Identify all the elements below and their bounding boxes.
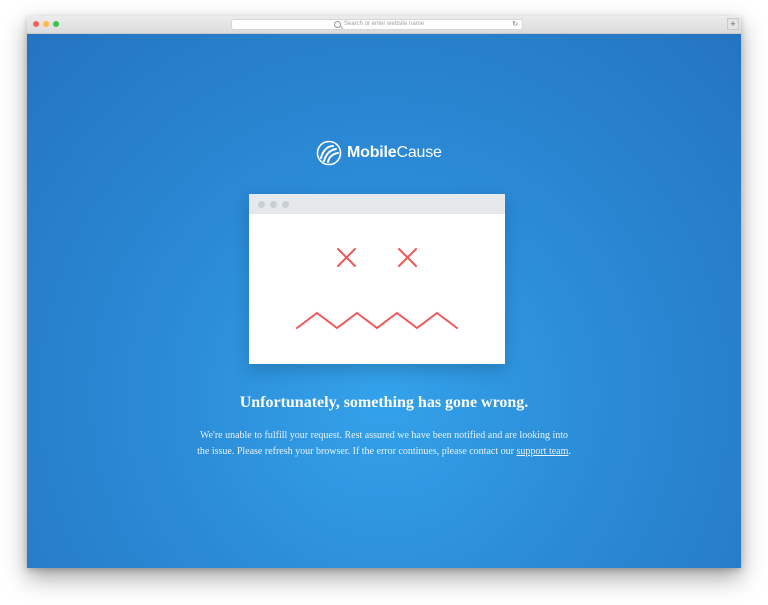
address-bar-placeholder: Search or enter website name xyxy=(344,21,425,27)
brand-logo[interactable]: MobileCause xyxy=(316,138,442,168)
close-window-button[interactable] xyxy=(33,21,39,27)
reload-icon[interactable]: ↻ xyxy=(512,20,518,29)
sad-browser-window-icon xyxy=(296,248,458,330)
page-content: MobileCause Unfortunately, something has… xyxy=(27,34,741,568)
minimize-window-button[interactable] xyxy=(43,21,49,27)
brand-name-bold: Mobile xyxy=(347,144,397,161)
browser-titlebar: Search or enter website name ↻ + xyxy=(27,16,741,34)
error-message: We're unable to fulfill your request. Re… xyxy=(194,428,574,460)
address-bar[interactable]: Search or enter website name ↻ xyxy=(231,19,523,30)
brand-name: MobileCause xyxy=(347,144,442,162)
illustration-dot xyxy=(258,201,265,208)
mobilecause-swirl-icon xyxy=(316,140,342,166)
zigzag-mouth xyxy=(296,311,458,330)
support-team-link[interactable]: support team xyxy=(516,446,568,457)
illustration-window-bar xyxy=(249,194,505,214)
error-headline: Unfortunately, something has gone wrong. xyxy=(239,394,529,411)
illustration-dot xyxy=(282,201,289,208)
maximize-window-button[interactable] xyxy=(53,21,59,27)
error-message-end: . xyxy=(568,446,571,457)
browser-window: Search or enter website name ↻ + MobileC… xyxy=(27,16,741,568)
error-illustration xyxy=(249,194,505,364)
search-icon xyxy=(334,21,341,28)
brand-name-light: Cause xyxy=(396,144,442,161)
error-message-text: We're unable to fulfill your request. Re… xyxy=(197,430,569,457)
illustration-dot xyxy=(270,201,277,208)
new-tab-button[interactable]: + xyxy=(727,18,739,30)
